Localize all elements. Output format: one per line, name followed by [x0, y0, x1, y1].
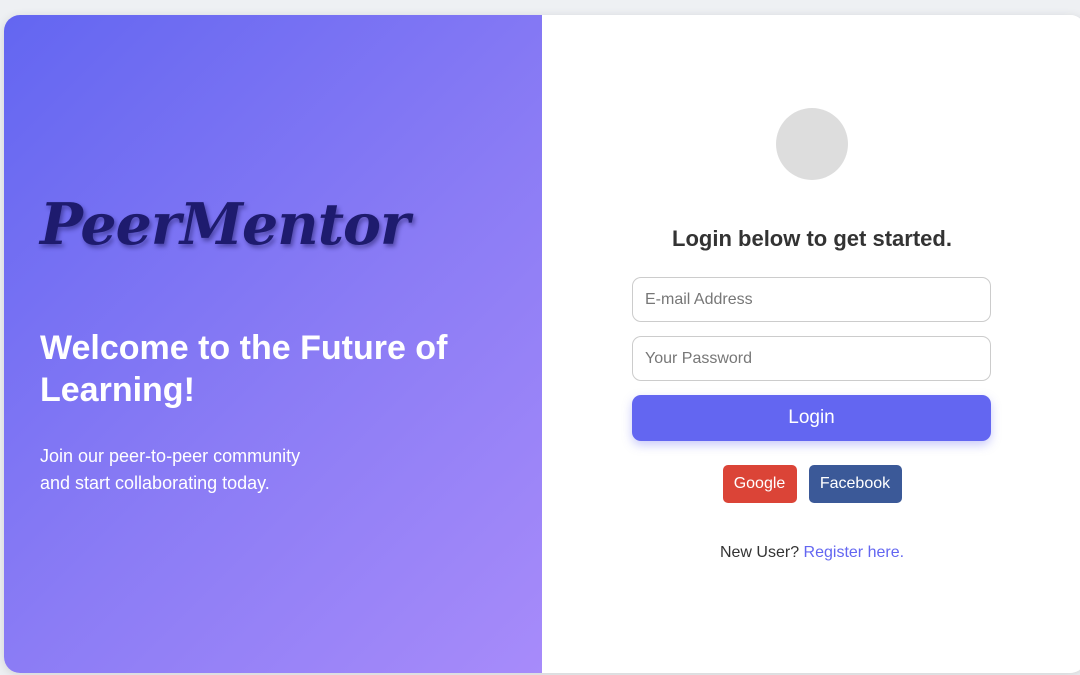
new-user-text: New User?	[719, 544, 800, 561]
welcome-heading: Welcome to the Future of Learning!	[40, 329, 448, 409]
register-prompt: New User? Register here.	[542, 544, 1080, 562]
login-card: PeerMentor Welcome to the Future of Lear…	[4, 15, 1080, 673]
facebook-login-button[interactable]: Facebook	[808, 465, 902, 503]
welcome-subtext-line-2: and start collaborating today.	[40, 473, 270, 493]
password-field[interactable]	[632, 336, 991, 381]
email-field[interactable]	[632, 277, 991, 322]
login-button[interactable]: Login	[632, 395, 991, 441]
welcome-subtext: Join our peer-to-peer community and star…	[40, 443, 340, 497]
avatar-icon	[776, 108, 848, 180]
hero-panel: PeerMentor Welcome to the Future of Lear…	[4, 15, 542, 673]
social-login-row: Google Facebook	[542, 465, 1080, 503]
brand-logo: PeerMentor	[40, 191, 410, 258]
login-panel: Login below to get started. Login Google…	[542, 15, 1080, 673]
welcome-subtext-line-1: Join our peer-to-peer community	[40, 446, 301, 466]
login-title: Login below to get started.	[672, 226, 952, 251]
register-link[interactable]: Register here.	[804, 544, 905, 561]
google-login-button[interactable]: Google	[722, 465, 797, 503]
